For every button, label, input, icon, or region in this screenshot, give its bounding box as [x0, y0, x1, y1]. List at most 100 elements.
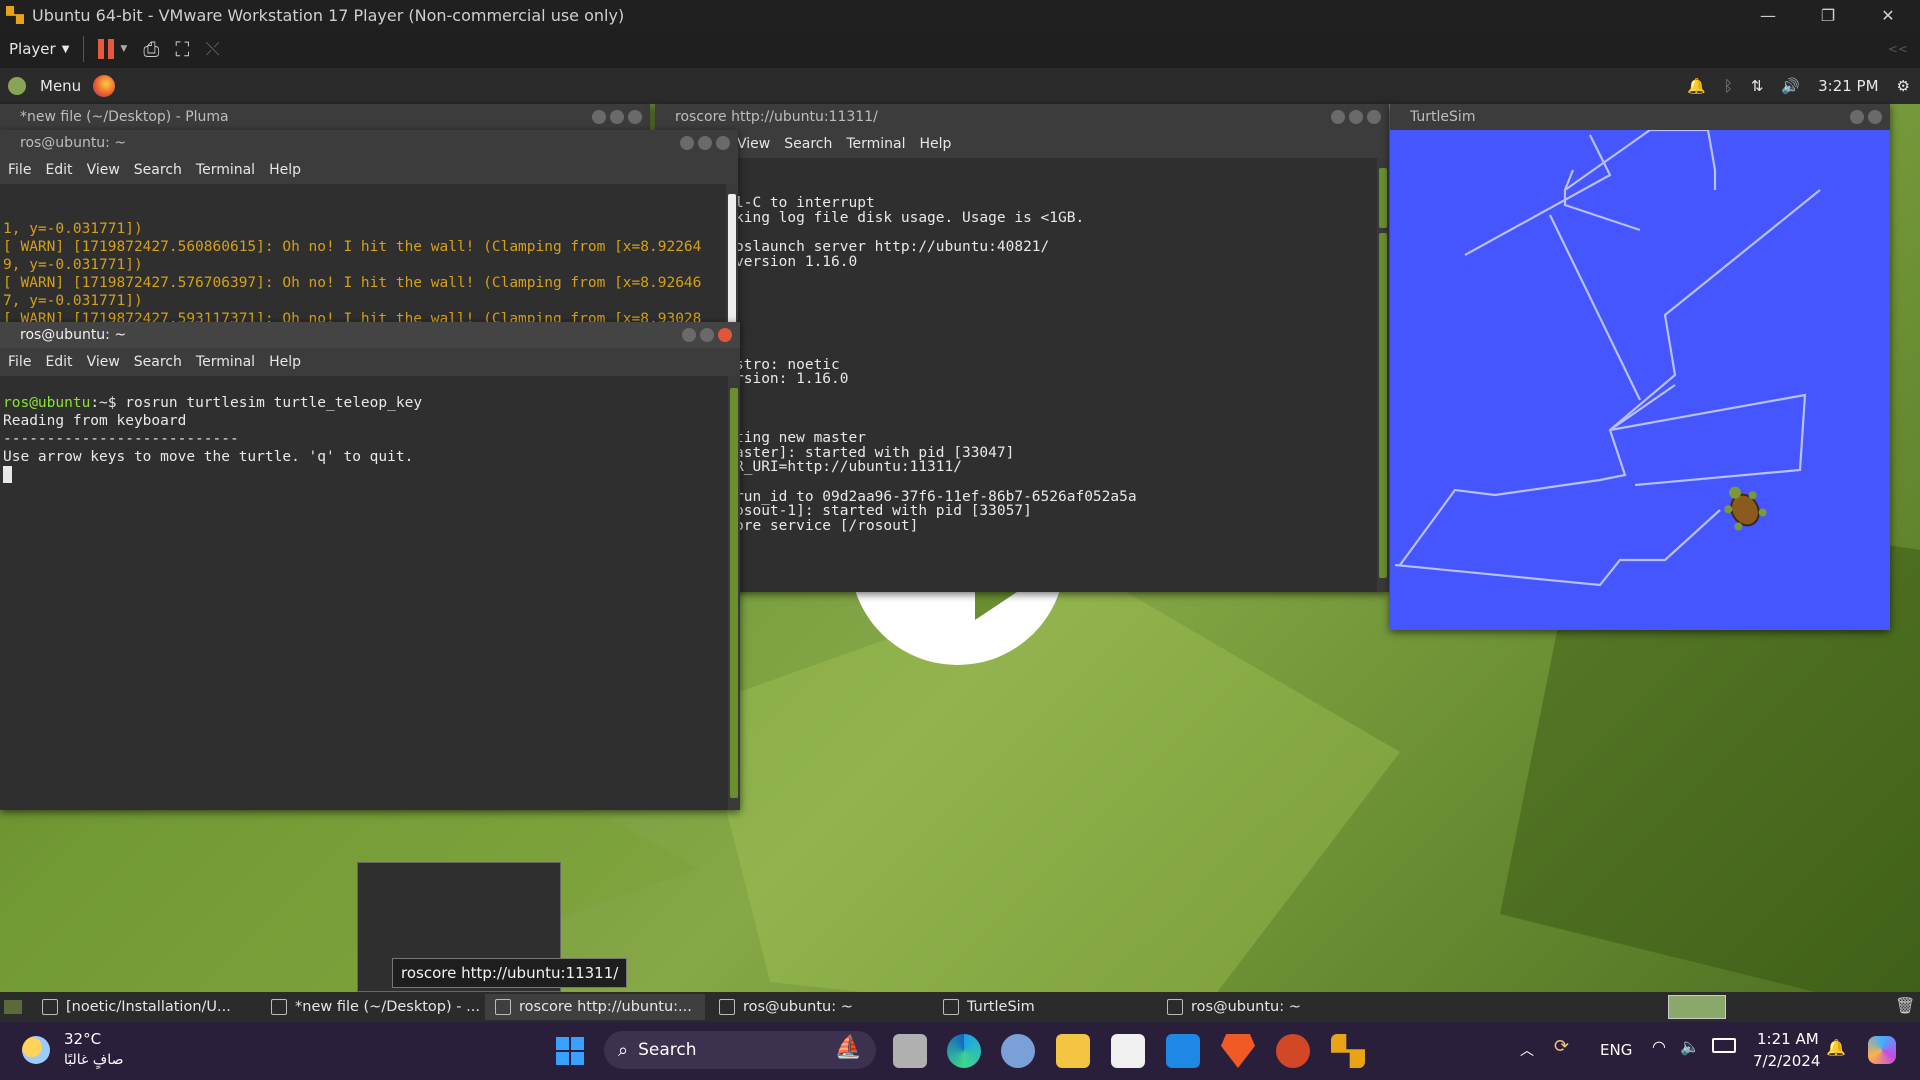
battery-icon[interactable]: [1712, 1038, 1736, 1053]
notification-bell-icon[interactable]: 🔔: [1687, 77, 1706, 95]
minimize-icon[interactable]: [680, 136, 694, 150]
maximize-icon[interactable]: [610, 110, 624, 124]
taskbar-item[interactable]: ros@ubuntu: ~: [1157, 994, 1377, 1020]
close-button[interactable]: ✕: [1860, 0, 1916, 30]
log-scrollbar[interactable]: [726, 184, 738, 330]
teleop-scrollbar[interactable]: [728, 376, 740, 810]
pluma-window[interactable]: *new file (~/Desktop) - Pluma: [0, 104, 650, 130]
player-menu-button[interactable]: Player ▼: [9, 40, 69, 58]
teleop-terminal-output[interactable]: ros@ubuntu:~$ rosrun turtlesim turtle_te…: [0, 376, 740, 810]
menu-file[interactable]: File: [8, 354, 31, 370]
menu-search[interactable]: Search: [134, 354, 182, 370]
minimize-icon[interactable]: [592, 110, 606, 124]
turtlesim-window[interactable]: TurtleSim: [1390, 104, 1890, 630]
weather-description[interactable]: صافٍ غالبًا: [64, 1052, 123, 1068]
notification-icon[interactable]: 🔔: [1826, 1038, 1846, 1057]
network-icon[interactable]: ⇅: [1751, 77, 1764, 95]
show-desktop-icon[interactable]: [4, 1000, 22, 1014]
task-view-icon[interactable]: [893, 1034, 927, 1068]
menu-edit[interactable]: Edit: [45, 354, 72, 370]
roscore-titlebar[interactable]: roscore http://ubuntu:11311/: [655, 104, 1389, 130]
close-icon[interactable]: [716, 136, 730, 150]
log-terminal-window[interactable]: ros@ubuntu: ~ File Edit View Search Term…: [0, 130, 738, 330]
file-explorer-icon[interactable]: [1056, 1034, 1090, 1068]
menu-terminal[interactable]: Terminal: [196, 162, 255, 178]
menu-view[interactable]: View: [737, 136, 770, 152]
log-terminal-output[interactable]: 1, y=-0.031771]) [ WARN] [1719872427.5608…: [0, 184, 738, 330]
fullscreen-icon[interactable]: ⛶: [175, 37, 189, 61]
panel-clock[interactable]: 3:21 PM: [1818, 77, 1878, 95]
search-box[interactable]: ⌕ Search ⛵: [604, 1031, 876, 1069]
mail-icon[interactable]: [1166, 1034, 1200, 1068]
send-ctrl-alt-del-icon[interactable]: ⎙: [143, 37, 159, 61]
roscore-terminal-output[interactable]: l-C to interrupt king log file disk usage…: [655, 158, 1389, 592]
collapse-toolbar-icon[interactable]: <<: [1888, 42, 1908, 56]
menu-view[interactable]: View: [87, 162, 120, 178]
roscore-scrollbar[interactable]: [1377, 158, 1389, 592]
copilot-icon[interactable]: [1868, 1036, 1896, 1064]
workspace-switcher[interactable]: [1668, 995, 1726, 1019]
taskbar-item[interactable]: TurtleSim: [933, 994, 1153, 1020]
menu-view[interactable]: View: [87, 354, 120, 370]
minimize-icon[interactable]: [1850, 110, 1864, 124]
trash-icon[interactable]: 🗑: [1895, 996, 1915, 1015]
restore-button[interactable]: ❐: [1800, 0, 1856, 30]
menu-file[interactable]: File: [8, 162, 31, 178]
teleop-terminal-window[interactable]: ros@ubuntu: ~ File Edit View Search Term…: [0, 322, 740, 810]
menu-terminal[interactable]: Terminal: [196, 354, 255, 370]
taskbar-item[interactable]: ros@ubuntu: ~: [709, 994, 929, 1020]
wifi-icon[interactable]: ◠: [1652, 1037, 1666, 1056]
unity-icon[interactable]: ⤬: [205, 39, 219, 60]
maximize-icon[interactable]: [700, 328, 714, 342]
turtlesim-titlebar[interactable]: TurtleSim: [1390, 104, 1890, 130]
microsoft-store-icon[interactable]: [1111, 1034, 1145, 1068]
firefox-icon: [42, 999, 58, 1015]
speaker-icon[interactable]: 🔈: [1680, 1037, 1700, 1056]
clock-date[interactable]: 7/2/2024: [1753, 1052, 1820, 1070]
vmware-icon[interactable]: [1331, 1034, 1365, 1068]
weather-temp[interactable]: 32°C: [64, 1030, 101, 1048]
menu-help[interactable]: Help: [269, 162, 301, 178]
bluetooth-icon[interactable]: ᛒ: [1724, 77, 1733, 95]
show-hidden-icons-chevron[interactable]: ︿: [1520, 1040, 1534, 1060]
maximize-icon[interactable]: [698, 136, 712, 150]
menu-search[interactable]: Search: [134, 162, 182, 178]
log-terminal-titlebar[interactable]: ros@ubuntu: ~: [0, 130, 738, 156]
close-icon[interactable]: [1868, 110, 1882, 124]
brave-icon[interactable]: [1221, 1034, 1255, 1068]
minimize-icon[interactable]: [682, 328, 696, 342]
menu-terminal[interactable]: Terminal: [846, 136, 905, 152]
settings-icon[interactable]: [1001, 1034, 1035, 1068]
language-indicator[interactable]: ENG: [1600, 1041, 1632, 1059]
powerpoint-icon[interactable]: [1276, 1034, 1310, 1068]
teleop-titlebar[interactable]: ros@ubuntu: ~: [0, 322, 740, 348]
minimize-button[interactable]: —: [1740, 0, 1796, 30]
close-icon[interactable]: [1367, 110, 1381, 124]
maximize-icon[interactable]: [1349, 110, 1363, 124]
mate-menu-button[interactable]: Menu: [40, 77, 81, 95]
roscore-terminal-window[interactable]: roscore http://ubuntu:11311/ View Search…: [655, 104, 1389, 592]
settings-gear-icon[interactable]: ⚙: [1897, 77, 1910, 95]
firefox-icon[interactable]: [93, 75, 116, 97]
close-icon[interactable]: [718, 328, 732, 342]
windows-start-icon[interactable]: [556, 1037, 584, 1065]
volume-icon[interactable]: 🔊: [1781, 77, 1800, 95]
mate-menu-icon[interactable]: [8, 77, 26, 95]
sync-icon[interactable]: ⟳: [1554, 1036, 1569, 1057]
minimize-icon[interactable]: [1331, 110, 1345, 124]
taskbar-item[interactable]: *new file (~/Desktop) - ...: [261, 994, 481, 1020]
weather-icon[interactable]: [22, 1036, 50, 1064]
pause-dropdown-icon[interactable]: ▼: [120, 44, 127, 54]
taskbar-item[interactable]: roscore http://ubuntu:...: [485, 994, 705, 1020]
pause-icon[interactable]: [98, 39, 115, 59]
clock-time[interactable]: 1:21 AM: [1757, 1030, 1819, 1048]
terminal-icon: [1167, 999, 1183, 1015]
menu-help[interactable]: Help: [920, 136, 952, 152]
edge-icon[interactable]: [947, 1034, 981, 1068]
close-icon[interactable]: [628, 110, 642, 124]
menu-help[interactable]: Help: [269, 354, 301, 370]
taskbar-item[interactable]: [noetic/Installation/U...: [32, 994, 257, 1020]
pluma-titlebar[interactable]: *new file (~/Desktop) - Pluma: [0, 104, 650, 130]
menu-search[interactable]: Search: [784, 136, 832, 152]
menu-edit[interactable]: Edit: [45, 162, 72, 178]
